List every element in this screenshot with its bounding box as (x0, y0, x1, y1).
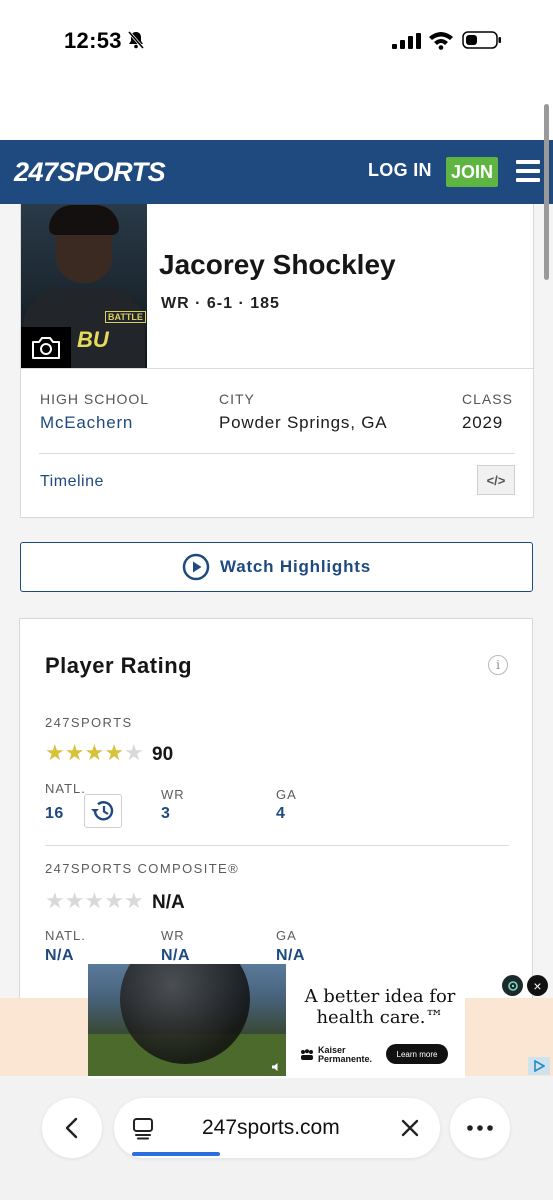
status-bar: 12:53 (0, 0, 553, 82)
jersey-patch-text: BATTLE (105, 311, 146, 323)
city-label: CITY (219, 391, 255, 407)
divider (21, 368, 533, 369)
rank-history-button[interactable] (84, 794, 122, 828)
back-button[interactable] (42, 1098, 102, 1158)
national-rank-value[interactable]: 16 (45, 805, 64, 823)
info-icon[interactable]: i (488, 655, 508, 675)
browser-toolbar: 247sports.com (0, 1076, 553, 1200)
mute-icon[interactable] (272, 1062, 282, 1072)
ad-video[interactable] (88, 964, 286, 1076)
ad-info-icon[interactable] (502, 975, 523, 996)
class-label: CLASS (462, 391, 513, 407)
cellular-signal-icon (392, 33, 421, 49)
logo[interactable]: 247SPORTS (14, 154, 166, 190)
star-empty-icon: ★ (45, 888, 65, 913)
url-text[interactable]: 247sports.com (202, 1116, 340, 1140)
ad-brand: Kaiser Permanente. (300, 1045, 373, 1064)
national-rank-label: NATL. (45, 781, 86, 796)
star-filled-icon: ★ (84, 740, 105, 765)
embed-code-button[interactable]: </> (477, 465, 515, 495)
divider (39, 453, 515, 454)
star-rating: ★ ★ ★ ★ ★ (45, 742, 144, 764)
close-icon[interactable] (400, 1118, 420, 1138)
class-value: 2029 (462, 413, 504, 432)
star-rating: ★ ★ ★ ★ ★ (45, 890, 144, 912)
battery-icon (462, 31, 501, 49)
play-circle-icon (182, 553, 210, 581)
page-content: BATTLE BU Jacorey Shockley WR · 6-1 · 18… (0, 204, 553, 1076)
join-button[interactable]: JOIN (446, 157, 498, 187)
status-time: 12:53 (64, 28, 122, 53)
star-filled-icon: ★ (104, 740, 124, 765)
ad-brand-text: Kaiser Permanente. (318, 1045, 373, 1064)
composite-rating-label: 247SPORTS COMPOSITE® (45, 861, 240, 876)
position-rank-label: WR (161, 787, 185, 802)
tab-overview-icon[interactable] (132, 1116, 154, 1140)
composite-position-label: WR (161, 928, 185, 943)
ad-headline: A better idea for health care.™ (304, 986, 456, 1028)
logo-text: 247SPORTS (14, 156, 166, 187)
star-empty-icon: ★ (104, 888, 124, 913)
ad-choices-icon[interactable] (528, 1057, 550, 1075)
chevron-left-icon (65, 1117, 78, 1139)
composite-national-label: NATL. (45, 928, 86, 943)
city-value: Powder Springs, GA (219, 413, 388, 432)
scrollbar[interactable] (544, 104, 549, 280)
player-photo[interactable]: BATTLE BU (21, 204, 147, 368)
state-rank-value[interactable]: 4 (276, 805, 285, 823)
divider (45, 845, 509, 846)
high-school-link[interactable]: McEachern (40, 413, 133, 433)
more-options-button[interactable] (450, 1098, 510, 1158)
player-name: Jacorey Shockley (159, 249, 396, 280)
rating-score: 90 (152, 744, 174, 765)
history-icon (91, 801, 114, 821)
ad-learn-more-button[interactable]: Learn more (386, 1044, 448, 1064)
address-bar[interactable]: 247sports.com (114, 1098, 440, 1158)
jersey-text: BU (77, 327, 109, 352)
composite-state-value: N/A (276, 947, 306, 964)
star-empty-icon: ★ (84, 888, 105, 913)
sports247-rating-label: 247SPORTS (45, 715, 133, 730)
watch-highlights-button[interactable]: Watch Highlights (20, 542, 533, 592)
watch-highlights-label: Watch Highlights (220, 557, 371, 576)
timeline-link[interactable]: Timeline (40, 473, 104, 491)
site-header: 247SPORTS LOG IN JOIN (0, 140, 553, 204)
player-rating-title: Player Rating (45, 653, 193, 678)
ad-creative[interactable]: A better idea for health care.™ Kaiser P… (88, 964, 465, 1078)
player-position-size: WR · 6-1 · 185 (161, 295, 280, 312)
ellipsis-icon (467, 1125, 493, 1131)
composite-score: N/A (152, 892, 185, 913)
position-rank-value[interactable]: 3 (161, 805, 170, 823)
page-load-progress (132, 1152, 221, 1156)
kaiser-logo-icon (301, 1049, 313, 1060)
star-empty-icon: ★ (64, 888, 85, 913)
composite-national-value: N/A (45, 947, 75, 964)
camera-icon[interactable] (21, 327, 71, 368)
wifi-icon (429, 32, 453, 50)
hamburger-menu-icon[interactable] (516, 160, 540, 182)
bell-muted-icon (127, 31, 145, 49)
star-empty-icon: ★ (123, 888, 144, 913)
player-profile-card: BATTLE BU Jacorey Shockley WR · 6-1 · 18… (20, 204, 534, 518)
high-school-label: HIGH SCHOOL (40, 391, 150, 407)
composite-state-label: GA (276, 928, 297, 943)
code-icon: </> (486, 472, 506, 488)
star-empty-icon: ★ (123, 740, 144, 765)
star-filled-icon: ★ (64, 740, 85, 765)
ad-close-button[interactable]: × (527, 975, 548, 996)
star-filled-icon: ★ (45, 740, 65, 765)
composite-position-value: N/A (161, 947, 191, 964)
state-rank-label: GA (276, 787, 297, 802)
login-button[interactable]: LOG IN (368, 160, 432, 181)
